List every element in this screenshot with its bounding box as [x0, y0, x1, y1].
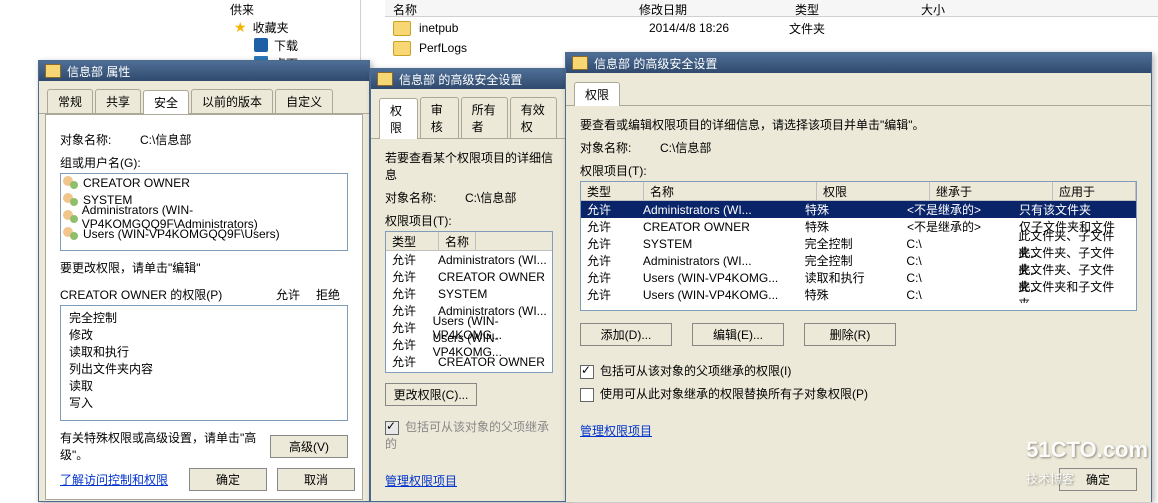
object-label: 对象名称:: [580, 139, 660, 156]
view-hint: 若要查看某个权限项目的详细信息: [385, 149, 553, 183]
items-label: 权限项目(T):: [385, 212, 553, 229]
col-date[interactable]: 修改日期: [631, 0, 787, 16]
advanced-window-2: 信息部 的高级安全设置 权限 要查看或编辑权限项目的详细信息，请选择该项目并单击…: [565, 52, 1152, 502]
ok-button[interactable]: 确定: [189, 468, 267, 491]
tab-effective[interactable]: 有效权: [510, 97, 557, 138]
allow-header: 允许: [268, 286, 308, 303]
tab-previous[interactable]: 以前的版本: [191, 89, 273, 113]
col-name[interactable]: 名称: [439, 232, 476, 251]
table-row[interactable]: 允许CREATOR OWNER: [386, 268, 552, 285]
watermark: 51CTO.com技术博客: [1026, 437, 1148, 489]
perm-row: 写入: [67, 394, 341, 411]
window-title: 信息部 的高级安全设置: [594, 55, 717, 72]
download-icon: [254, 38, 268, 52]
properties-window: 信息部 属性 常规 共享 安全 以前的版本 自定义 对象名称:C:\信息部 组或…: [38, 60, 370, 502]
change-hint: 要更改权限，请单击"编辑": [60, 259, 348, 276]
learn-link[interactable]: 了解访问控制和权限: [60, 473, 168, 487]
view-hint: 要查看或编辑权限项目的详细信息，请选择该项目并单击"编辑"。: [580, 116, 1137, 133]
groups-label: 组或用户名(G):: [60, 154, 348, 171]
tab-owner[interactable]: 所有者: [461, 97, 508, 138]
col-name[interactable]: 名称: [644, 182, 817, 201]
col-name[interactable]: 名称: [385, 0, 631, 16]
col-apply[interactable]: 应用于: [1053, 182, 1136, 201]
perm-for-label: CREATOR OWNER 的权限(P): [60, 286, 222, 303]
include-inherit-label: 包括可从该对象的父项继承的: [385, 420, 549, 451]
perm-row: 读取和执行: [67, 343, 341, 360]
object-value: C:\信息部: [465, 189, 516, 206]
object-value: C:\信息部: [140, 131, 191, 148]
items-label: 权限项目(T):: [580, 162, 1137, 179]
explorer-sidebar: 供来 ★收藏夹 下载 桌面: [180, 0, 361, 60]
deny-header: 拒绝: [308, 286, 348, 303]
include-inherit-label: 包括可从该对象的父项继承的权限(I): [600, 364, 791, 378]
tab-general[interactable]: 常规: [47, 89, 93, 113]
col-type[interactable]: 类型: [386, 232, 439, 251]
star-icon: ★: [234, 19, 247, 36]
replace-child-checkbox[interactable]: [580, 388, 594, 402]
advanced-hint: 有关特殊权限或高级设置，请单击"高级"。: [60, 429, 270, 463]
list-item[interactable]: Administrators (WIN-VP4KOMGQQ9F\Administ…: [61, 208, 347, 225]
groups-list[interactable]: CREATOR OWNER SYSTEM Administrators (WIN…: [60, 173, 348, 251]
table-row[interactable]: 允许Administrators (WI...: [386, 251, 552, 268]
user-icon: [63, 210, 78, 224]
tab-sharing[interactable]: 共享: [95, 89, 141, 113]
sidebar-item-favorites[interactable]: ★收藏夹: [180, 18, 360, 36]
add-button[interactable]: 添加(D)...: [580, 323, 672, 346]
titlebar[interactable]: 信息部 属性: [39, 61, 369, 81]
explorer-header: 名称 修改日期 类型 大小: [385, 0, 1158, 17]
tab-audit[interactable]: 审核: [420, 97, 459, 138]
sidebar-item-downloads[interactable]: 下载: [180, 36, 360, 54]
file-row[interactable]: inetpub2014/4/8 18:26文件夹: [385, 18, 1158, 38]
col-inherit[interactable]: 继承于: [930, 182, 1053, 201]
replace-child-label: 使用可从此对象继承的权限替换所有子对象权限(P): [600, 387, 868, 401]
table-row[interactable]: 允许Users (WIN-VP4KOMG...: [386, 336, 552, 353]
folder-icon: [393, 21, 411, 36]
advanced-button[interactable]: 高级(V): [270, 435, 348, 458]
advanced-window-1: 信息部 的高级安全设置 权限 审核 所有者 有效权 若要查看某个权限项目的详细信…: [370, 68, 568, 502]
folder-icon: [45, 64, 61, 78]
user-icon: [63, 227, 79, 241]
col-type[interactable]: 类型: [787, 0, 913, 16]
window-title: 信息部 的高级安全设置: [399, 71, 522, 88]
tab-perm[interactable]: 权限: [574, 82, 620, 106]
supplier-label: 供来: [230, 1, 254, 18]
change-perm-button[interactable]: 更改权限(C)...: [385, 383, 477, 406]
table-row[interactable]: 允许SYSTEM: [386, 285, 552, 302]
list-item[interactable]: CREATOR OWNER: [61, 174, 347, 191]
titlebar[interactable]: 信息部 的高级安全设置: [566, 53, 1151, 73]
col-type[interactable]: 类型: [581, 182, 644, 201]
user-icon: [63, 176, 79, 190]
manage-link[interactable]: 管理权限项目: [385, 474, 457, 488]
table-row[interactable]: 允许CREATOR OWNER: [386, 353, 552, 370]
object-value: C:\信息部: [660, 139, 711, 156]
col-size[interactable]: 大小: [913, 0, 953, 16]
folder-icon: [572, 56, 588, 70]
perm-list[interactable]: 完全控制 修改 读取和执行 列出文件夹内容 读取 写入: [60, 305, 348, 421]
object-label: 对象名称:: [60, 131, 140, 148]
tab-custom[interactable]: 自定义: [275, 89, 333, 113]
perm-row: 读取: [67, 377, 341, 394]
perm-row: 修改: [67, 326, 341, 343]
perm-row: 完全控制: [67, 309, 341, 326]
titlebar[interactable]: 信息部 的高级安全设置: [371, 69, 567, 89]
window-title: 信息部 属性: [67, 63, 130, 80]
folder-icon: [393, 41, 411, 56]
tab-perm[interactable]: 权限: [379, 98, 418, 139]
table-row[interactable]: 允许Users (WIN-VP4KOMG...特殊C:\此文件夹和子文件夹...: [581, 286, 1136, 303]
include-inherit-checkbox: [385, 421, 399, 435]
include-inherit-checkbox[interactable]: [580, 365, 594, 379]
folder-icon: [377, 72, 393, 86]
edit-button[interactable]: 编辑(E)...: [692, 323, 784, 346]
perm-row: 列出文件夹内容: [67, 360, 341, 377]
tab-security[interactable]: 安全: [143, 90, 189, 114]
perm-items-list[interactable]: 类型 名称 权限 继承于 应用于 允许Administrators (WI...…: [580, 181, 1137, 311]
perm-items-list[interactable]: 类型名称 允许Administrators (WI... 允许CREATOR O…: [385, 231, 553, 373]
table-row[interactable]: 允许Administrators (WI...特殊<不是继承的>只有该文件夹: [581, 201, 1136, 218]
manage-link[interactable]: 管理权限项目: [580, 424, 652, 438]
object-label: 对象名称:: [385, 189, 465, 206]
user-icon: [63, 193, 79, 207]
cancel-button[interactable]: 取消: [277, 468, 355, 491]
col-perm[interactable]: 权限: [817, 182, 930, 201]
remove-button[interactable]: 删除(R): [804, 323, 896, 346]
